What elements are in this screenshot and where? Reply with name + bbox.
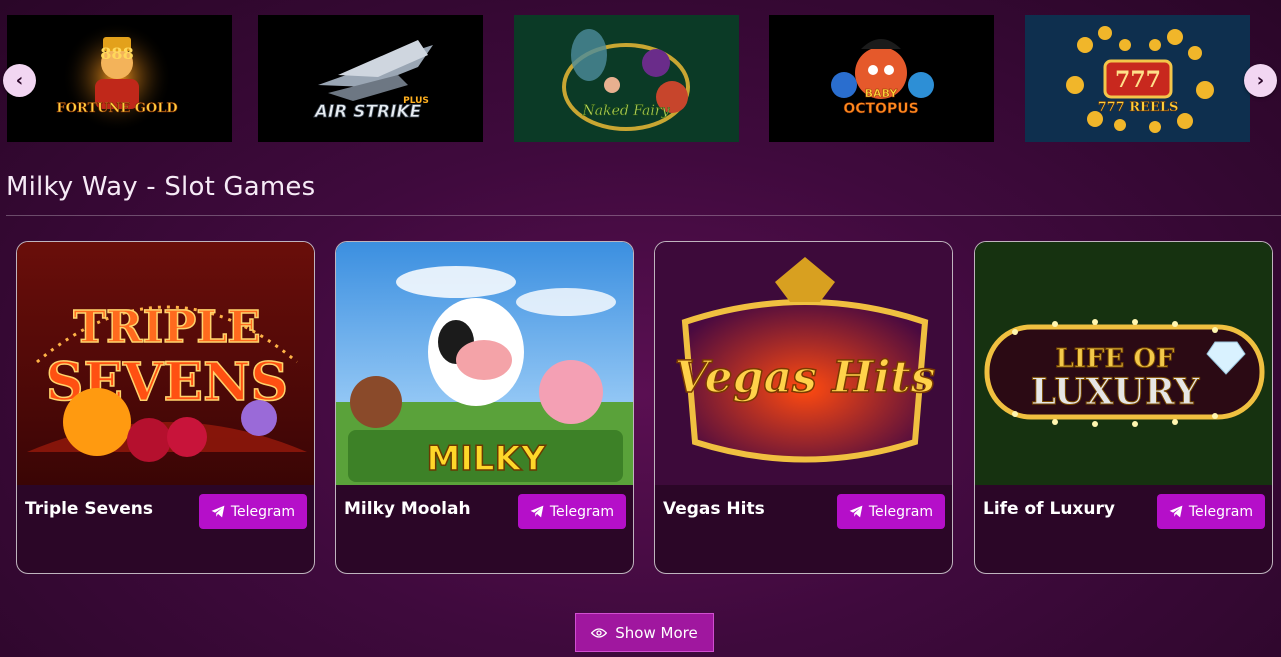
chevron-right-icon: › [1256,70,1265,91]
carousel-slide-fortune-gold[interactable]: 888 FORTUNE GOLD [7,15,232,142]
carousel-slide-777-reels[interactable]: 777 777 REELS [1025,15,1250,142]
game-card-title: Triple Sevens [25,499,153,519]
svg-text:Naked Fairy: Naked Fairy [582,103,671,119]
game-card-milky-moolah[interactable]: MILKY Milky Moolah Telegram [335,241,634,574]
svg-text:MILKY: MILKY [426,439,545,479]
svg-text:OCTOPUS: OCTOPUS [843,101,918,117]
game-card-title: Life of Luxury [983,499,1115,519]
svg-text:Vegas Hits: Vegas Hits [675,352,936,403]
svg-text:LUXURY: LUXURY [1031,371,1201,413]
svg-text:LIFE OF: LIFE OF [1056,344,1175,374]
carousel-slide-air-strike[interactable]: AIR STRIKE PLUS [258,15,483,142]
eye-icon [591,627,608,638]
naked-fairy-art: Naked Fairy [514,15,739,142]
game-carousel: 888 FORTUNE GOLD AIR STRIKE PLUS Naked F… [0,15,1281,142]
svg-text:FORTUNE GOLD: FORTUNE GOLD [56,101,177,116]
telegram-button[interactable]: Telegram [198,494,307,529]
section-divider [6,215,1281,216]
section-title: Milky Way - Slot Games [6,172,316,202]
telegram-button[interactable]: Telegram [836,494,945,529]
telegram-icon [849,505,863,518]
777-reels-art: 777 777 REELS [1025,15,1250,142]
svg-text:888: 888 [100,44,133,63]
svg-text:TRIPLE: TRIPLE [73,302,260,353]
telegram-icon [1169,505,1183,518]
carousel-slide-baby-octopus[interactable]: BABY OCTOPUS [769,15,994,142]
carousel-prev-button[interactable]: ‹ [3,64,36,97]
carousel-slide-naked-fairy[interactable]: Naked Fairy [514,15,739,142]
chevron-left-icon: ‹ [15,70,24,91]
show-more-button[interactable]: Show More [575,613,714,652]
game-art-triple-sevens: TRIPLE SEVENS [17,242,314,485]
telegram-icon [211,505,225,518]
game-art-vegas-hits: Vegas Hits [655,242,952,485]
game-card-title: Milky Moolah [344,499,471,519]
carousel-next-button[interactable]: › [1244,64,1277,97]
baby-octopus-art: BABY OCTOPUS [831,39,934,117]
fortune-gold-art: 888 FORTUNE GOLD [56,22,178,132]
telegram-button[interactable]: Telegram [517,494,626,529]
game-card-life-of-luxury[interactable]: LIFE OF LUXURY Life of Luxury Telegram [974,241,1273,574]
svg-text:BABY: BABY [865,87,899,100]
game-card-title: Vegas Hits [663,499,765,519]
telegram-icon [530,505,544,518]
telegram-button[interactable]: Telegram [1156,494,1265,529]
air-strike-art: AIR STRIKE PLUS [312,40,433,122]
svg-text:PLUS: PLUS [403,96,429,106]
game-art-life-of-luxury: LIFE OF LUXURY [975,242,1272,485]
game-card-triple-sevens[interactable]: TRIPLE SEVENS Triple Sevens Telegram [16,241,315,574]
game-card-vegas-hits[interactable]: Vegas Hits Vegas Hits Telegram [654,241,953,574]
svg-text:777: 777 [1115,67,1161,93]
svg-text:777 REELS: 777 REELS [1098,100,1179,115]
game-art-milky-moolah: MILKY [336,242,633,485]
